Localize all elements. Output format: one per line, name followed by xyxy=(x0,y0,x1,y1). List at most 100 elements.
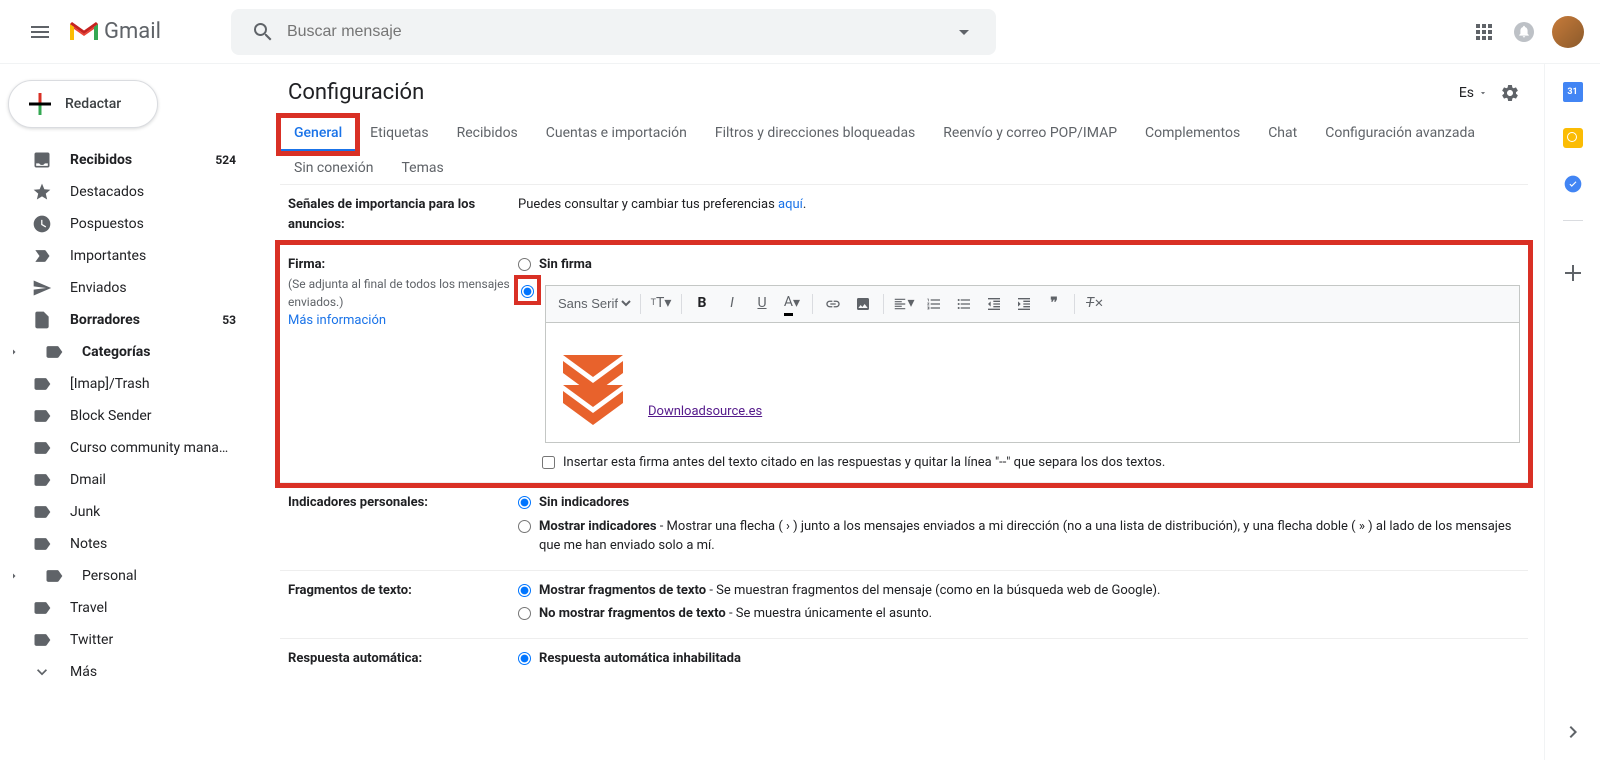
tab-general[interactable]: General xyxy=(280,117,356,152)
sidebar-item-0[interactable]: Recibidos524 xyxy=(0,144,248,176)
search-box[interactable] xyxy=(231,9,996,55)
chevron-down-icon xyxy=(1478,88,1488,98)
sidebar-item-8[interactable]: Block Sender xyxy=(0,400,248,432)
indent-more-button[interactable] xyxy=(1010,290,1038,318)
tab-chat[interactable]: Chat xyxy=(1254,117,1311,152)
radio-show-indicators[interactable]: Mostrar indicadores - Mostrar una flecha… xyxy=(518,517,1520,556)
italic-button[interactable]: I xyxy=(718,290,746,318)
search-input[interactable] xyxy=(287,23,940,41)
radio-vacation-off[interactable]: Respuesta automática inhabilitada xyxy=(518,649,1520,669)
menu-button[interactable] xyxy=(16,8,64,56)
quote-button[interactable]: ❞ xyxy=(1040,290,1068,318)
checkbox-insert-before[interactable]: Insertar esta firma antes del texto cita… xyxy=(518,453,1520,473)
label-icon xyxy=(32,470,52,490)
compose-button[interactable]: Redactar xyxy=(8,80,158,128)
sidepanel-collapse-icon[interactable] xyxy=(1561,720,1585,744)
signature-link[interactable]: Downloadsource.es xyxy=(648,402,762,422)
tab-configuraci-n-avanzada[interactable]: Configuración avanzada xyxy=(1311,117,1489,152)
radio-show-snippets[interactable]: Mostrar fragmentos de texto - Se muestra… xyxy=(518,581,1520,601)
bullet-list-button[interactable] xyxy=(950,290,978,318)
sidebar-item-12[interactable]: Notes xyxy=(0,528,248,560)
radio-hide-snippets-input[interactable] xyxy=(518,607,531,620)
radio-use-signature-input[interactable] xyxy=(521,285,534,298)
text-color-button[interactable]: A▾ xyxy=(778,290,806,318)
importance-link[interactable]: aquí xyxy=(778,197,803,212)
font-select[interactable]: Sans Serif xyxy=(554,295,634,312)
checkbox-insert-before-input[interactable] xyxy=(542,456,555,469)
settings-main: Configuración Es GeneralEtiquetasRecibid… xyxy=(256,64,1544,760)
radio-show-indicators-input[interactable] xyxy=(518,520,531,533)
draft-icon xyxy=(32,310,52,330)
setting-content-indicators: Sin indicadores Mostrar indicadores - Mo… xyxy=(518,493,1520,560)
add-addon-button[interactable] xyxy=(1563,263,1583,283)
sidebar-item-1[interactable]: Destacados xyxy=(0,176,248,208)
sidebar-item-label: Dmail xyxy=(70,472,236,488)
image-button[interactable] xyxy=(849,290,877,318)
remove-formatting-button[interactable]: T✕ xyxy=(1081,290,1109,318)
sidebar-item-4[interactable]: Enviados xyxy=(0,272,248,304)
header: Gmail xyxy=(0,0,1600,64)
sidebar-item-9[interactable]: Curso community mana… xyxy=(0,432,248,464)
notifications-icon[interactable] xyxy=(1512,20,1536,44)
radio-hide-snippets[interactable]: No mostrar fragmentos de texto - Se mues… xyxy=(518,604,1520,624)
signature-more-link[interactable]: Más información xyxy=(288,313,386,328)
tab-etiquetas[interactable]: Etiquetas xyxy=(356,117,442,152)
sidebar-item-label: Más xyxy=(70,664,236,680)
language-selector[interactable]: Es xyxy=(1459,85,1488,101)
link-button[interactable] xyxy=(819,290,847,318)
radio-show-snippets-input[interactable] xyxy=(518,584,531,597)
sidebar-item-3[interactable]: Importantes xyxy=(0,240,248,272)
account-avatar[interactable] xyxy=(1552,16,1584,48)
sidebar-item-15[interactable]: Twitter xyxy=(0,624,248,656)
setting-label-indicators: Indicadores personales: xyxy=(288,493,518,560)
search-icon xyxy=(251,20,275,44)
tab-temas[interactable]: Temas xyxy=(387,152,457,184)
radio-no-indicators-input[interactable] xyxy=(518,496,531,509)
indent-less-button[interactable] xyxy=(980,290,1008,318)
numbered-list-button[interactable] xyxy=(920,290,948,318)
sidebar-item-14[interactable]: Travel xyxy=(0,592,248,624)
setting-label-importance: Señales de importancia para los anuncios… xyxy=(288,195,518,234)
sidebar-item-label: Travel xyxy=(70,600,236,616)
radio-use-signature-highlight xyxy=(518,279,537,301)
sidebar-item-6[interactable]: Categorías xyxy=(0,336,248,368)
setting-label-signature: Firma: (Se adjunta al final de todos los… xyxy=(288,255,518,472)
radio-no-signature[interactable]: Sin firma xyxy=(518,255,1520,275)
signature-toolbar: Sans Serif TT▾ B I U A▾ ▾ xyxy=(545,285,1520,323)
expand-icon xyxy=(8,346,20,358)
gear-icon[interactable] xyxy=(1500,83,1520,103)
tasks-addon-icon[interactable] xyxy=(1563,174,1583,194)
calendar-addon-icon[interactable]: 31 xyxy=(1563,82,1583,102)
sidebar-item-11[interactable]: Junk xyxy=(0,496,248,528)
tab-sin-conexi-n[interactable]: Sin conexión xyxy=(280,152,387,184)
sidebar-item-5[interactable]: Borradores53 xyxy=(0,304,248,336)
apps-icon[interactable] xyxy=(1472,20,1496,44)
sidebar-item-10[interactable]: Dmail xyxy=(0,464,248,496)
radio-vacation-off-input[interactable] xyxy=(518,652,531,665)
bold-button[interactable]: B xyxy=(688,290,716,318)
signature-editor[interactable]: Downloadsource.es xyxy=(545,323,1520,443)
tab-recibidos[interactable]: Recibidos xyxy=(443,117,532,152)
sidebar-item-7[interactable]: [Imap]/Trash xyxy=(0,368,248,400)
sidebar-item-label: Twitter xyxy=(70,632,236,648)
sidebar-item-2[interactable]: Pospuestos xyxy=(0,208,248,240)
keep-addon-icon[interactable] xyxy=(1563,128,1583,148)
compose-label: Redactar xyxy=(65,96,121,112)
radio-no-signature-input[interactable] xyxy=(518,258,531,271)
sidebar-item-13[interactable]: Personal xyxy=(0,560,248,592)
sidebar-item-16[interactable]: Más xyxy=(0,656,248,688)
gmail-logo[interactable]: Gmail xyxy=(68,19,161,44)
search-options-icon[interactable] xyxy=(952,20,976,44)
tab-filtros-y-direcciones-bloqueadas[interactable]: Filtros y direcciones bloqueadas xyxy=(701,117,929,152)
setting-content-importance: Puedes consultar y cambiar tus preferenc… xyxy=(518,195,1520,234)
radio-no-indicators[interactable]: Sin indicadores xyxy=(518,493,1520,513)
radio-use-signature[interactable]: Sans Serif TT▾ B I U A▾ ▾ xyxy=(518,279,1520,443)
nav-list: Recibidos524DestacadosPospuestosImportan… xyxy=(0,144,256,688)
tab-cuentas-e-importaci-n[interactable]: Cuentas e importación xyxy=(532,117,701,152)
align-button[interactable]: ▾ xyxy=(890,290,918,318)
underline-button[interactable]: U xyxy=(748,290,776,318)
tab-complementos[interactable]: Complementos xyxy=(1131,117,1254,152)
sidebar-item-label: Junk xyxy=(70,504,236,520)
font-size-button[interactable]: TT▾ xyxy=(647,290,675,318)
tab-reenv-o-y-correo-pop-imap[interactable]: Reenvío y correo POP/IMAP xyxy=(929,117,1131,152)
